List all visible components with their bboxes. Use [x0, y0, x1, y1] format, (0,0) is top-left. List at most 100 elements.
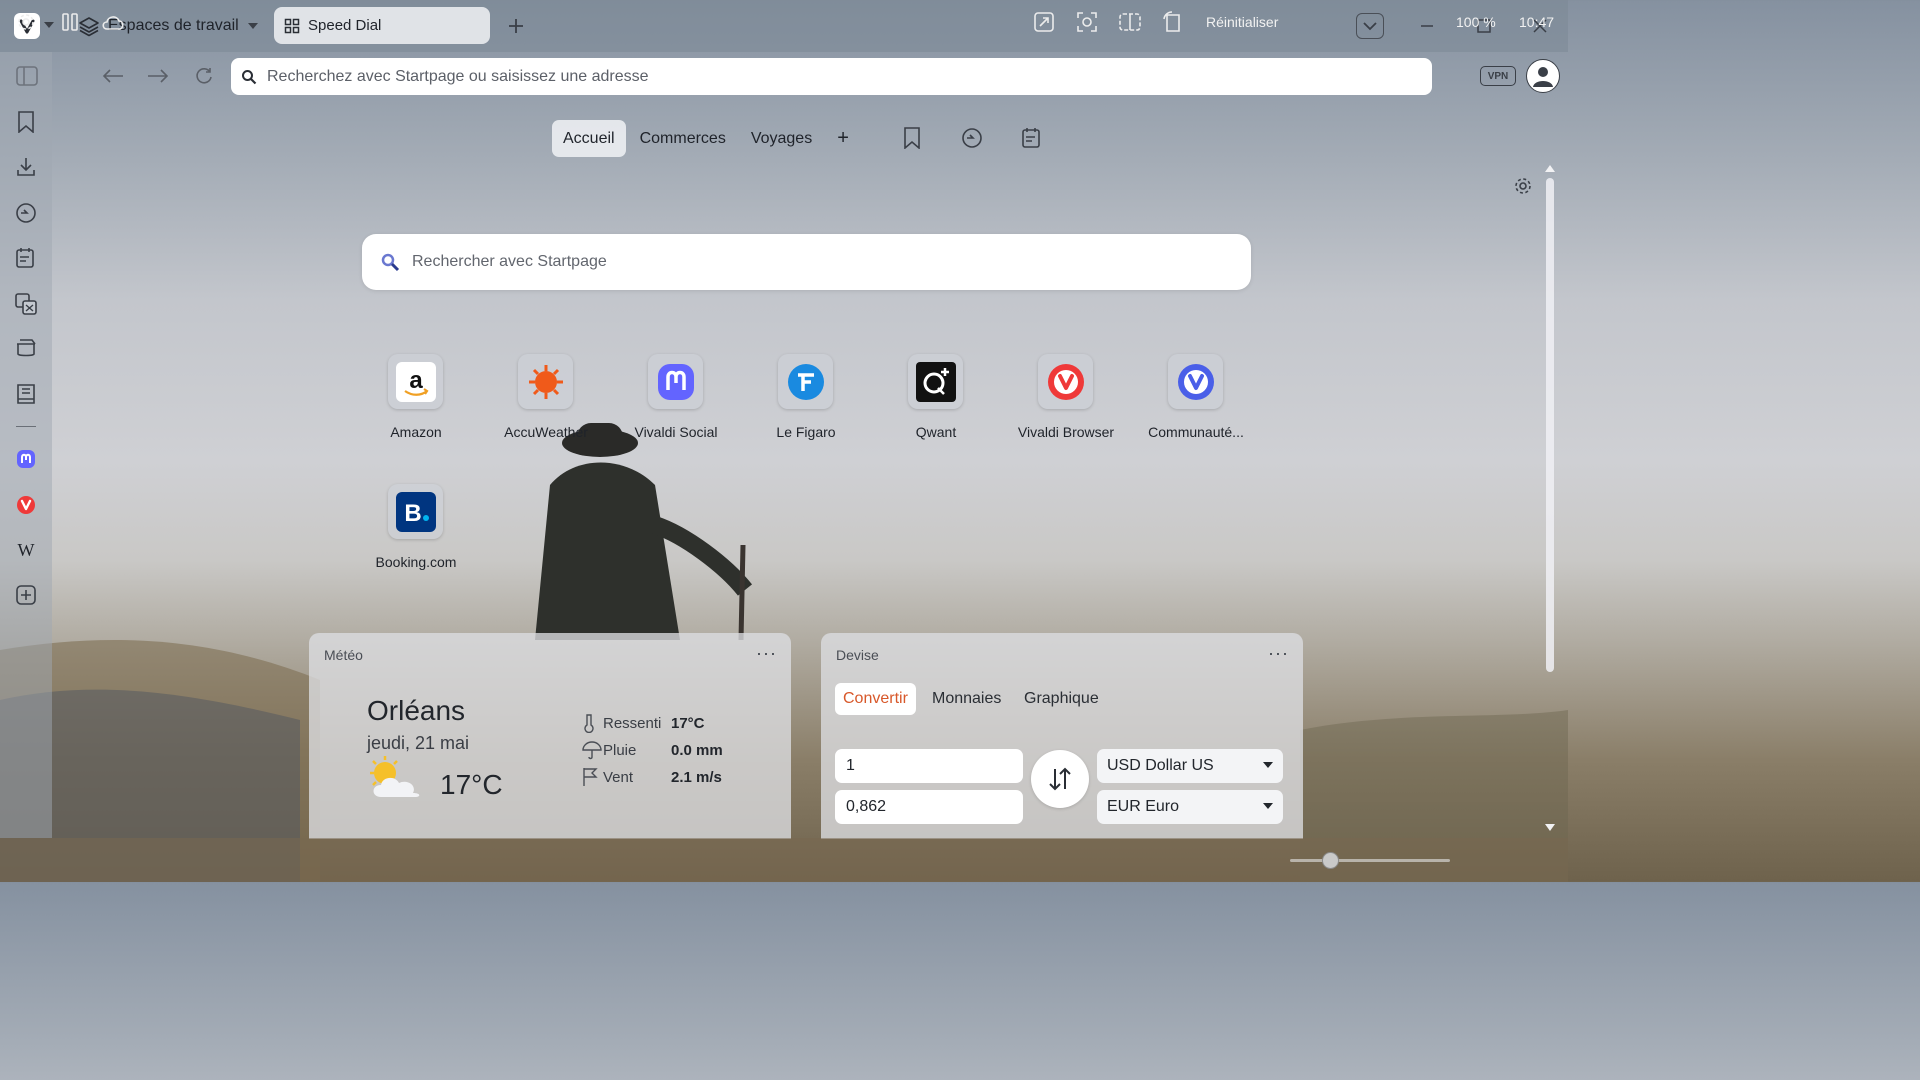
accuweather-icon	[528, 364, 563, 399]
minimize-button[interactable]	[1417, 16, 1437, 36]
start-page-settings-button[interactable]	[1512, 175, 1534, 197]
tile-columns-icon	[62, 13, 78, 31]
gear-icon	[18, 14, 34, 30]
address-bar[interactable]: Recherchez avec Startpage ou saisissez u…	[231, 58, 1432, 95]
speed-dial-tile-vivaldi-social[interactable]: Vivaldi Social	[611, 354, 741, 464]
settings-button[interactable]	[13, 9, 39, 35]
reload-button[interactable]	[191, 64, 217, 88]
tile-icon-box	[778, 354, 833, 409]
camera-capture-icon	[1077, 12, 1097, 32]
weather-city: Orléans	[367, 695, 466, 726]
speed-dial-tile-amazon[interactable]: a Amazon	[351, 354, 481, 464]
add-web-panel-button[interactable]	[13, 582, 39, 608]
page-scrollbar[interactable]	[1542, 160, 1558, 838]
currency-from-select[interactable]: USD Dollar US	[1097, 749, 1283, 783]
history-panel-button[interactable]	[13, 200, 39, 226]
sidebar-item-wikipedia[interactable]: W	[13, 537, 39, 563]
address-placeholder: Recherchez avec Startpage ou saisissez u…	[267, 67, 649, 85]
speed-dial-tile-le-figaro[interactable]: Le Figaro	[741, 354, 871, 464]
tile-icon-box	[908, 354, 963, 409]
booking-icon: B	[395, 491, 436, 532]
vpn-button[interactable]: VPN	[1480, 66, 1516, 86]
currency-widget-menu[interactable]: ···	[1268, 643, 1289, 664]
currency-widget-title: Devise	[836, 647, 879, 663]
speed-dial-tile-communaute[interactable]: Communauté...	[1131, 354, 1261, 464]
umbrella-icon	[582, 741, 602, 760]
weather-row-value: 2.1 m/s	[671, 768, 722, 786]
speed-dial-tile-vivaldi-browser[interactable]: Vivaldi Browser	[1001, 354, 1131, 464]
notes-view-button[interactable]	[1020, 126, 1044, 150]
vivaldi-community-icon	[1177, 363, 1214, 400]
speed-dial-tile-accuweather[interactable]: AccuWeather	[481, 354, 611, 464]
le-figaro-icon	[787, 363, 824, 400]
bookmarks-view-button[interactable]	[900, 126, 924, 150]
zoom-slider[interactable]	[1290, 852, 1450, 869]
speed-dial-search-placeholder: Rechercher avec Startpage	[412, 253, 607, 270]
bookmarks-panel-button[interactable]	[13, 109, 39, 135]
capture-button[interactable]	[1074, 9, 1100, 35]
tab-convertir[interactable]: Convertir	[835, 683, 916, 715]
chevron-down-icon[interactable]	[42, 18, 56, 32]
tab-accueil[interactable]: Accueil	[552, 120, 626, 157]
avatar-icon	[1533, 67, 1553, 87]
currency-from-value: USD Dollar US	[1107, 757, 1214, 774]
speed-dial-tile-booking[interactable]: B Booking.com	[351, 484, 481, 594]
page-rotate-button[interactable]	[1160, 9, 1186, 35]
amount-to-input[interactable]: 0,862	[835, 790, 1023, 824]
weather-row-label: Ressenti	[603, 714, 662, 732]
tab-commerces[interactable]: Commerces	[629, 120, 737, 157]
reading-list-panel-button[interactable]	[13, 335, 39, 361]
notes-panel-button[interactable]	[13, 245, 39, 271]
reader-panel-button[interactable]	[13, 381, 39, 407]
translate-panel-button[interactable]	[13, 291, 39, 317]
tile-label: Communauté...	[1148, 424, 1244, 440]
tab-graphique[interactable]: Graphique	[1016, 683, 1107, 715]
cloud-icon	[102, 16, 124, 30]
tiling-button[interactable]	[57, 9, 83, 35]
zoom-slider-knob[interactable]	[1321, 852, 1339, 869]
amount-from-input[interactable]: 1	[835, 749, 1023, 783]
sync-button[interactable]	[100, 9, 126, 35]
downloads-panel-button[interactable]	[13, 154, 39, 180]
split-view-button[interactable]	[1117, 9, 1143, 35]
swap-arrows-icon	[1049, 767, 1071, 791]
tab-monnaies[interactable]: Monnaies	[924, 683, 1009, 715]
swap-currency-button[interactable]	[1031, 750, 1089, 808]
forward-button[interactable]	[145, 64, 171, 88]
vivaldi-icon	[1047, 363, 1084, 400]
speed-dial-search[interactable]: Rechercher avec Startpage	[362, 234, 1251, 290]
profile-button[interactable]	[1526, 59, 1560, 93]
tile-icon-box: a	[388, 354, 443, 409]
plus-icon	[509, 19, 523, 33]
svg-text:B: B	[404, 500, 421, 527]
wind-flag-icon	[583, 768, 598, 786]
translate-icon	[15, 293, 37, 315]
weather-row-value: 17°C	[671, 714, 705, 732]
split-view-icon	[1119, 13, 1141, 31]
history-view-button[interactable]	[960, 126, 984, 150]
page-actions-button[interactable]	[1031, 9, 1057, 35]
back-button[interactable]	[100, 64, 126, 88]
tab-list-button[interactable]	[1356, 13, 1384, 39]
weather-widget-menu[interactable]: ···	[756, 643, 777, 664]
weather-row-label: Vent	[603, 768, 634, 786]
add-panel-icon	[16, 585, 36, 605]
add-speed-dial-button[interactable]: +	[826, 120, 860, 157]
speed-dial-tile-qwant[interactable]: Qwant	[871, 354, 1001, 464]
weather-feels-like-row: Ressenti 17°C	[582, 712, 705, 734]
tab-voyages[interactable]: Voyages	[740, 120, 823, 157]
new-tab-button[interactable]	[505, 15, 527, 37]
tab-title: Speed Dial	[308, 17, 382, 34]
resize-icon	[1034, 12, 1054, 32]
notes-icon	[16, 248, 34, 268]
currency-to-select[interactable]: EUR Euro	[1097, 790, 1283, 824]
sidebar-item-mastodon[interactable]	[13, 446, 39, 472]
currency-to-value: EUR Euro	[1107, 798, 1180, 815]
tile-label: Amazon	[390, 424, 442, 440]
vivaldi-icon	[17, 496, 35, 514]
sidebar-item-vivaldi[interactable]	[13, 492, 39, 518]
svg-text:a: a	[409, 367, 423, 394]
zoom-reset-button[interactable]: Réinitialiser	[1206, 14, 1278, 30]
tab-speed-dial[interactable]: Speed Dial	[274, 7, 490, 44]
scrollbar-thumb[interactable]	[1546, 178, 1554, 672]
